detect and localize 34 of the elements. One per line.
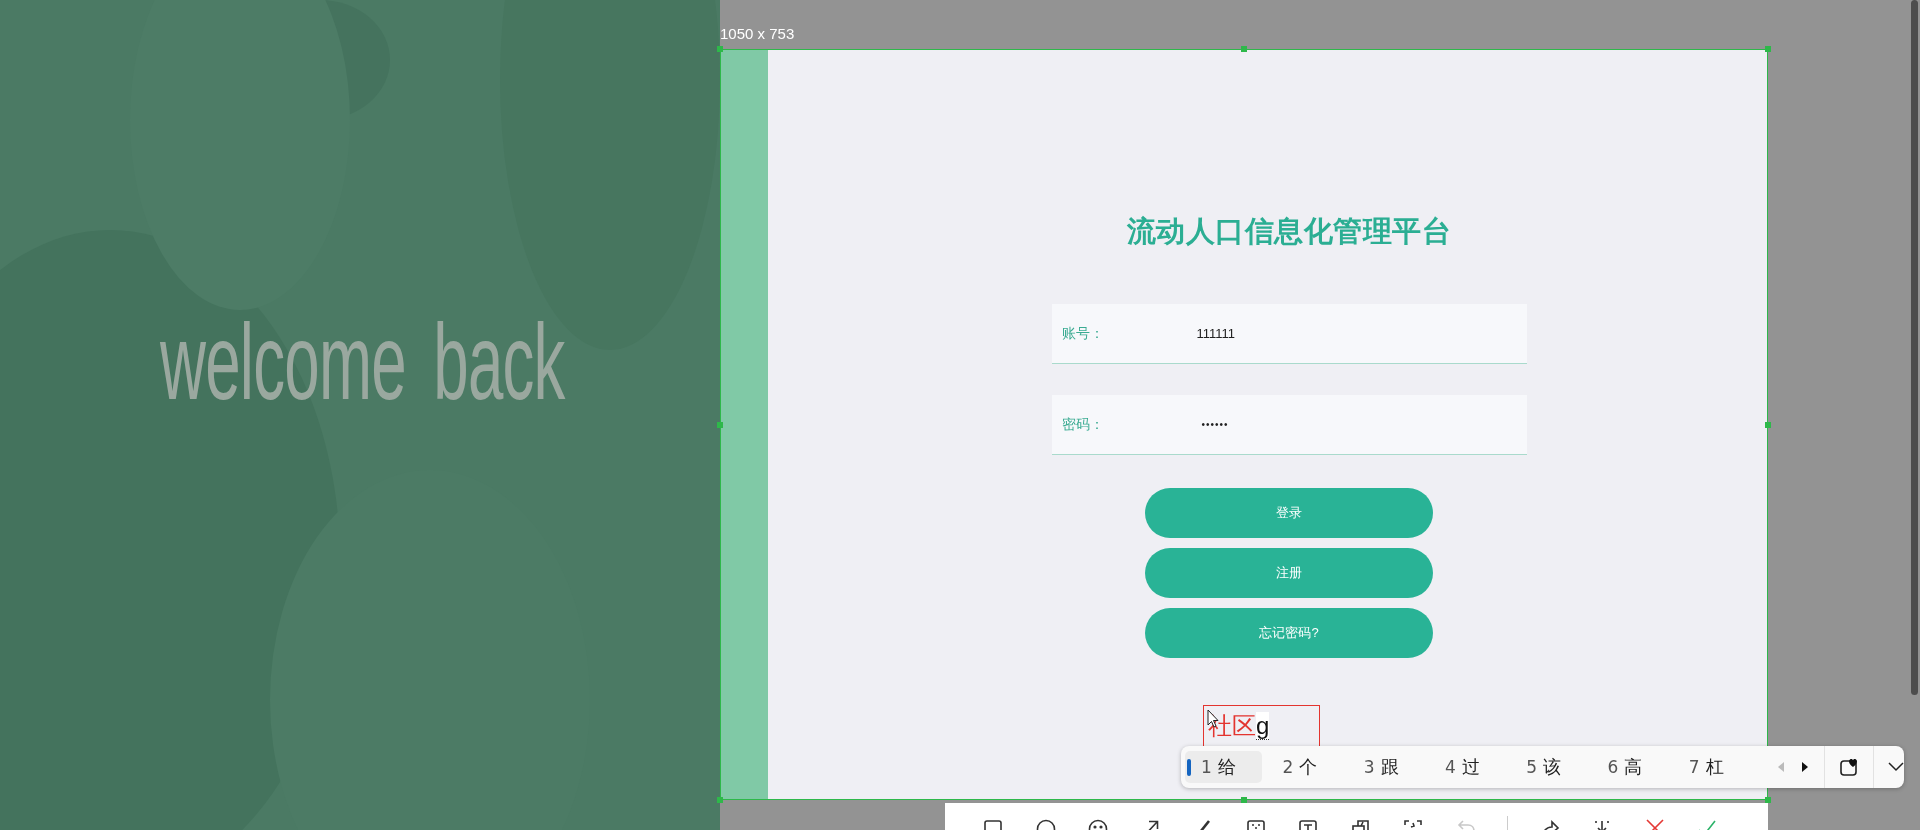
resize-handle[interactable] [1765, 421, 1771, 428]
resize-handle[interactable] [717, 421, 723, 428]
next-page-icon[interactable] [1800, 761, 1810, 773]
resize-handle[interactable] [1765, 46, 1771, 52]
check-icon[interactable] [1696, 818, 1718, 830]
welcome-text: welcome back [160, 300, 565, 424]
ime-candidate[interactable]: 7 杠 [1672, 751, 1754, 783]
layers-icon[interactable] [1349, 818, 1372, 830]
ime-candidate[interactable]: 2 个 [1266, 751, 1348, 783]
scrollbar-thumb[interactable] [1911, 0, 1918, 695]
mosaic-icon[interactable] [1244, 818, 1267, 830]
ime-candidate[interactable]: 6 高 [1591, 751, 1673, 783]
field-label: 密码： [1061, 415, 1105, 434]
ime-candidate[interactable]: 5 该 [1510, 751, 1592, 783]
chevron-down-icon[interactable] [1888, 762, 1904, 772]
smiley-icon[interactable] [1087, 818, 1109, 830]
ime-candidate[interactable]: 3 跟 [1347, 751, 1429, 783]
password-field[interactable]: 密码： •••••• [1051, 395, 1527, 455]
scan-icon[interactable] [1402, 818, 1424, 830]
ime-candidate[interactable]: 4 过 [1428, 751, 1511, 783]
resize-handle[interactable] [1241, 46, 1247, 52]
masked-password: •••••• [1201, 419, 1229, 430]
text-icon[interactable] [1297, 818, 1319, 830]
account-field[interactable]: 账号： 111111 [1051, 304, 1527, 364]
resize-handle[interactable] [1765, 797, 1771, 803]
platform-title: 流动人口信息化管理平台 [1126, 214, 1452, 249]
ime-candidate[interactable]: 1 给 [1185, 751, 1263, 783]
field-value: 111111 [1196, 326, 1236, 341]
resize-handle[interactable] [717, 797, 723, 803]
field-label: 账号： [1061, 324, 1105, 343]
size-label: 1050 x 753 [720, 25, 795, 42]
resize-handle[interactable] [1241, 797, 1247, 803]
close-icon[interactable] [1643, 818, 1666, 830]
resize-handle[interactable] [717, 46, 723, 52]
